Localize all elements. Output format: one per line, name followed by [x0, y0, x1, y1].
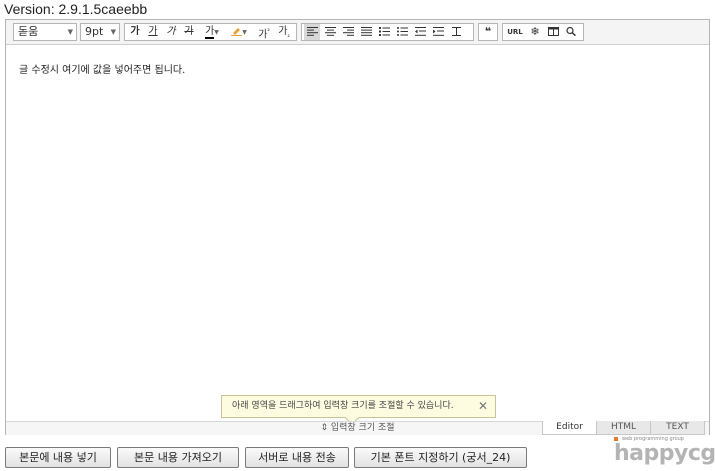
align-right-button[interactable]: [340, 24, 356, 40]
editor-toolbar: 돋움 ▼ 9pt ▼ 가 가 가 가 가▼ ▼ 가² 가₂ ❝ URL ❄: [6, 20, 709, 45]
font-family-select[interactable]: 돋움 ▼: [13, 23, 77, 41]
quote-group: ❝: [478, 23, 498, 41]
editor-content-area[interactable]: 글 수정시 여기에 값을 넣어주면 됩니다.: [6, 46, 709, 422]
strikethrough-button[interactable]: 가: [181, 24, 197, 40]
resize-arrows-icon: ⇕: [320, 423, 328, 433]
indent-button[interactable]: [430, 24, 446, 40]
tab-html[interactable]: HTML: [596, 421, 651, 435]
blockquote-button[interactable]: ❝: [480, 24, 496, 40]
align-center-icon: [324, 26, 336, 36]
unordered-list-icon: [396, 26, 408, 36]
outdent-button[interactable]: [412, 24, 428, 40]
bold-button[interactable]: 가: [127, 24, 143, 40]
highlighter-icon: [231, 27, 243, 36]
insert-group: URL ❄: [502, 23, 584, 41]
superscript-icon: 가: [258, 29, 268, 41]
text-format-group: 가 가 가 가 가▼ ▼ 가² 가₂: [124, 23, 297, 41]
special-char-button[interactable]: ❄: [527, 24, 543, 40]
italic-icon: 가: [166, 26, 176, 37]
chevron-down-icon: ▼: [242, 29, 247, 36]
ordered-list-icon: [378, 26, 390, 36]
logo-wordmark: happycgi: [614, 441, 715, 466]
font-family-value: 돋움: [18, 25, 39, 38]
search-icon: [565, 26, 576, 36]
strikethrough-icon: 가: [184, 26, 194, 37]
chevron-down-icon: ▼: [110, 28, 116, 36]
font-color-icon: 가: [205, 26, 215, 39]
set-default-font-button[interactable]: 기본 폰트 지정하기 (궁서_24): [354, 447, 527, 468]
table-icon: [547, 26, 559, 36]
insert-content-button[interactable]: 본문에 내용 넣기: [5, 447, 111, 468]
editor-body-text[interactable]: 글 수정시 여기에 값을 넣어주면 됩니다.: [19, 61, 185, 76]
version-label: Version: 2.9.1.5caeebb: [4, 1, 148, 17]
outdent-icon: [414, 26, 426, 36]
unordered-list-button[interactable]: [394, 24, 410, 40]
subscript-icon: 가: [278, 26, 288, 37]
align-justify-icon: [360, 26, 372, 36]
font-size-select[interactable]: 9pt ▼: [80, 23, 120, 41]
align-center-button[interactable]: [322, 24, 338, 40]
align-left-button[interactable]: [304, 24, 320, 40]
font-color-button[interactable]: 가▼: [201, 24, 223, 40]
editor-mode-tabs: Editor HTML TEXT: [542, 421, 705, 435]
submit-to-server-button[interactable]: 서버로 내용 전송: [245, 447, 349, 468]
superscript-button[interactable]: 가²: [255, 24, 273, 40]
chevron-down-icon: ▼: [214, 29, 219, 36]
align-justify-button[interactable]: [358, 24, 374, 40]
align-right-icon: [342, 26, 354, 36]
underline-icon: 가: [148, 26, 158, 37]
tab-text[interactable]: TEXT: [650, 421, 705, 435]
rich-text-editor: 돋움 ▼ 9pt ▼ 가 가 가 가 가▼ ▼ 가² 가₂ ❝ URL ❄ 글 …: [5, 19, 710, 435]
quote-icon: ❝: [484, 25, 492, 38]
align-left-icon: [306, 26, 318, 36]
italic-button[interactable]: 가: [163, 24, 179, 40]
bold-icon: 가: [130, 26, 140, 37]
resize-label: 입력창 크기 조절: [330, 423, 395, 433]
line-height-button[interactable]: [448, 24, 464, 40]
happycgi-logo: web programming group happycgi: [614, 436, 715, 468]
get-content-button[interactable]: 본문 내용 가져오기: [117, 447, 239, 468]
tooltip-text: 아래 영역을 드래그하여 입력창 크기를 조절할 수 있습니다.: [232, 401, 454, 411]
line-height-icon: [451, 26, 461, 36]
underline-button[interactable]: 가: [145, 24, 161, 40]
paragraph-group: [301, 23, 474, 41]
indent-icon: [432, 26, 444, 36]
resize-tooltip: 아래 영역을 드래그하여 입력창 크기를 조절할 수 있습니다. ✕: [221, 395, 496, 426]
special-char-icon: ❄: [530, 25, 540, 38]
font-size-value: 9pt: [85, 25, 104, 38]
ordered-list-button[interactable]: [376, 24, 392, 40]
find-replace-button[interactable]: [563, 24, 579, 40]
tab-editor[interactable]: Editor: [542, 421, 597, 435]
close-icon[interactable]: ✕: [478, 396, 488, 417]
highlight-color-button[interactable]: ▼: [227, 24, 251, 40]
table-button[interactable]: [545, 24, 561, 40]
url-icon: URL: [507, 28, 523, 36]
chevron-down-icon: ▼: [67, 28, 73, 36]
link-button[interactable]: URL: [504, 24, 526, 40]
subscript-button[interactable]: 가₂: [275, 24, 293, 40]
